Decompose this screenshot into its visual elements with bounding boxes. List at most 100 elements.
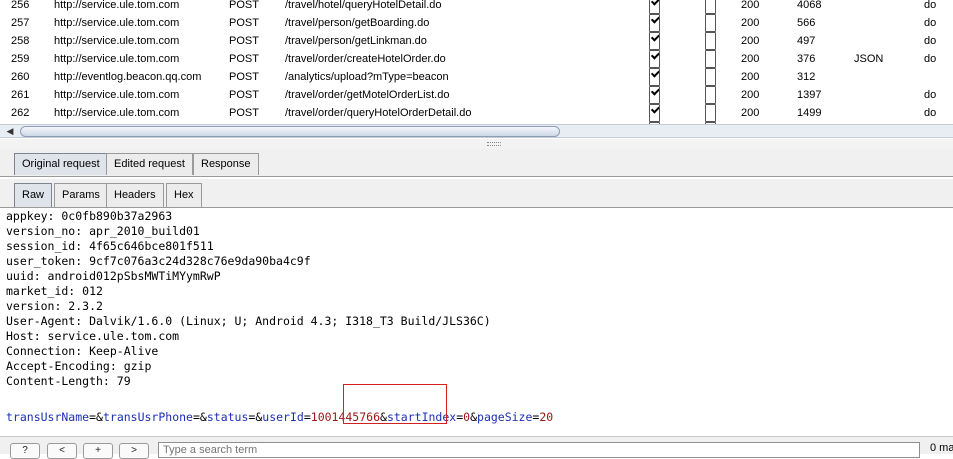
scrollbar-thumb[interactable]: [20, 126, 560, 137]
table-row[interactable]: 262 http://service.ule.tom.com POST/travel…: [0, 104, 953, 122]
param-value: 20: [539, 410, 554, 424]
params-checkbox[interactable]: [649, 104, 660, 122]
row-url: /travel/order/queryHotelOrderDetail.do: [285, 107, 472, 119]
row-method: POST: [229, 89, 259, 101]
userid-highlight-box: [343, 384, 447, 424]
row-status: 200: [741, 107, 760, 119]
param-equals: =: [89, 410, 97, 424]
message-view-tabs: Raw Params Headers Hex: [0, 179, 953, 208]
row-mime: [854, 32, 914, 50]
header-line: version_no: apr_2010_build01: [6, 224, 200, 238]
next-match-button[interactable]: >: [119, 443, 149, 459]
params-checkbox[interactable]: [649, 86, 660, 104]
table-row[interactable]: 257 http://service.ule.tom.com POST/travel…: [0, 14, 953, 32]
params-checkbox[interactable]: [649, 0, 660, 14]
row-length: 4068: [797, 0, 822, 11]
tab-edited-request[interactable]: Edited request: [106, 153, 193, 175]
param-name: transUsrName: [6, 410, 90, 424]
request-tabs: Original request Edited request Response: [0, 149, 953, 177]
help-button[interactable]: ?: [10, 443, 40, 459]
row-mime: [854, 68, 914, 86]
edited-checkbox[interactable]: [705, 0, 716, 14]
param-name: status: [206, 410, 249, 424]
row-number: 259: [11, 53, 30, 65]
params-checkbox[interactable]: [649, 32, 660, 50]
row-method: POST: [229, 71, 259, 83]
row-number: 256: [11, 0, 30, 11]
splitter-grip-icon[interactable]: [487, 142, 501, 146]
add-button[interactable]: +: [83, 443, 113, 459]
edited-checkbox[interactable]: [705, 32, 716, 50]
horizontal-scrollbar[interactable]: ◀: [0, 124, 953, 138]
row-method: POST: [229, 0, 259, 11]
table-row[interactable]: 258 http://service.ule.tom.com POST/travel…: [0, 32, 953, 50]
tab-original-request[interactable]: Original request: [14, 153, 108, 175]
table-row[interactable]: 259 http://service.ule.tom.com POST/travel…: [0, 50, 953, 68]
row-extension: do: [924, 53, 937, 65]
row-url: /travel/order/getMotelOrderList.do: [285, 89, 450, 101]
param-separator: &: [199, 410, 207, 424]
header-line: Content-Length: 79: [6, 374, 131, 388]
row-host: http://service.ule.tom.com: [54, 17, 180, 29]
params-checkbox[interactable]: [649, 50, 660, 68]
request-history-table: 256 http://service.ule.tom.com POST/travel…: [0, 0, 953, 124]
row-extension: do: [924, 17, 937, 29]
tab-response[interactable]: Response: [193, 153, 259, 175]
row-number: 262: [11, 107, 30, 119]
row-method: POST: [229, 107, 259, 119]
row-url: /analytics/upload?mType=beacon: [285, 71, 449, 83]
row-host: http://service.ule.tom.com: [54, 35, 180, 47]
row-length: 497: [797, 35, 816, 47]
search-input[interactable]: [158, 442, 920, 458]
row-status: 200: [741, 53, 760, 65]
params-checkbox[interactable]: [649, 14, 660, 32]
scroll-left-arrow-icon[interactable]: ◀: [4, 126, 16, 137]
row-status: 200: [741, 0, 760, 11]
row-url: /travel/person/getLinkman.do: [285, 35, 427, 47]
tab-params[interactable]: Params: [54, 183, 108, 207]
row-method: POST: [229, 53, 259, 65]
row-status: 200: [741, 89, 760, 101]
param-name: userId: [262, 410, 304, 424]
table-row[interactable]: 256 http://service.ule.tom.com POST/travel…: [0, 0, 953, 14]
param-name: transUsrPhone: [102, 410, 193, 424]
pane-splitter[interactable]: [0, 139, 953, 149]
header-line: uuid: android012pSbsMWTiMYymRwP: [6, 269, 221, 283]
header-line: Host: service.ule.tom.com: [6, 329, 180, 343]
row-mime: [854, 104, 914, 122]
param-separator: &: [470, 410, 478, 424]
edited-checkbox[interactable]: [705, 14, 716, 32]
row-status: 200: [741, 35, 760, 47]
row-host: http://service.ule.tom.com: [54, 107, 180, 119]
row-status: 200: [741, 17, 760, 29]
header-line: Accept-Encoding: gzip: [6, 359, 152, 373]
edited-checkbox[interactable]: [705, 50, 716, 68]
search-bar: ? < + > 0 ma: [0, 436, 953, 459]
row-length: 312: [797, 71, 816, 83]
param-separator: &: [96, 410, 103, 424]
tab-headers[interactable]: Headers: [106, 183, 164, 207]
raw-request-editor[interactable]: appkey: 0c0fb890b37a2963 version_no: apr_…: [0, 208, 953, 436]
tab-raw[interactable]: Raw: [14, 183, 53, 207]
row-number: 261: [11, 89, 30, 101]
edited-checkbox[interactable]: [705, 104, 716, 122]
row-number: 258: [11, 35, 30, 47]
row-length: 1499: [797, 107, 822, 119]
row-status: 200: [741, 71, 760, 83]
match-count: 0 ma: [930, 442, 953, 454]
header-line: market_id: 012: [6, 284, 103, 298]
tab-hex[interactable]: Hex: [166, 183, 202, 207]
edited-checkbox[interactable]: [705, 68, 716, 86]
edited-checkbox[interactable]: [705, 86, 716, 104]
previous-match-button[interactable]: <: [47, 443, 77, 459]
row-host: http://eventlog.beacon.qq.com: [54, 71, 202, 83]
row-mime: [854, 14, 914, 32]
table-row[interactable]: 260 http://eventlog.beacon.qq.com POST/ana…: [0, 68, 953, 86]
params-checkbox[interactable]: [649, 68, 660, 86]
table-row[interactable]: 261 http://service.ule.tom.com POST/travel…: [0, 86, 953, 104]
row-extension: do: [924, 107, 937, 119]
param-equals: =: [303, 410, 311, 424]
row-extension: do: [924, 89, 937, 101]
row-url: /travel/order/createHotelOrder.do: [285, 53, 446, 65]
row-number: 260: [11, 71, 30, 83]
